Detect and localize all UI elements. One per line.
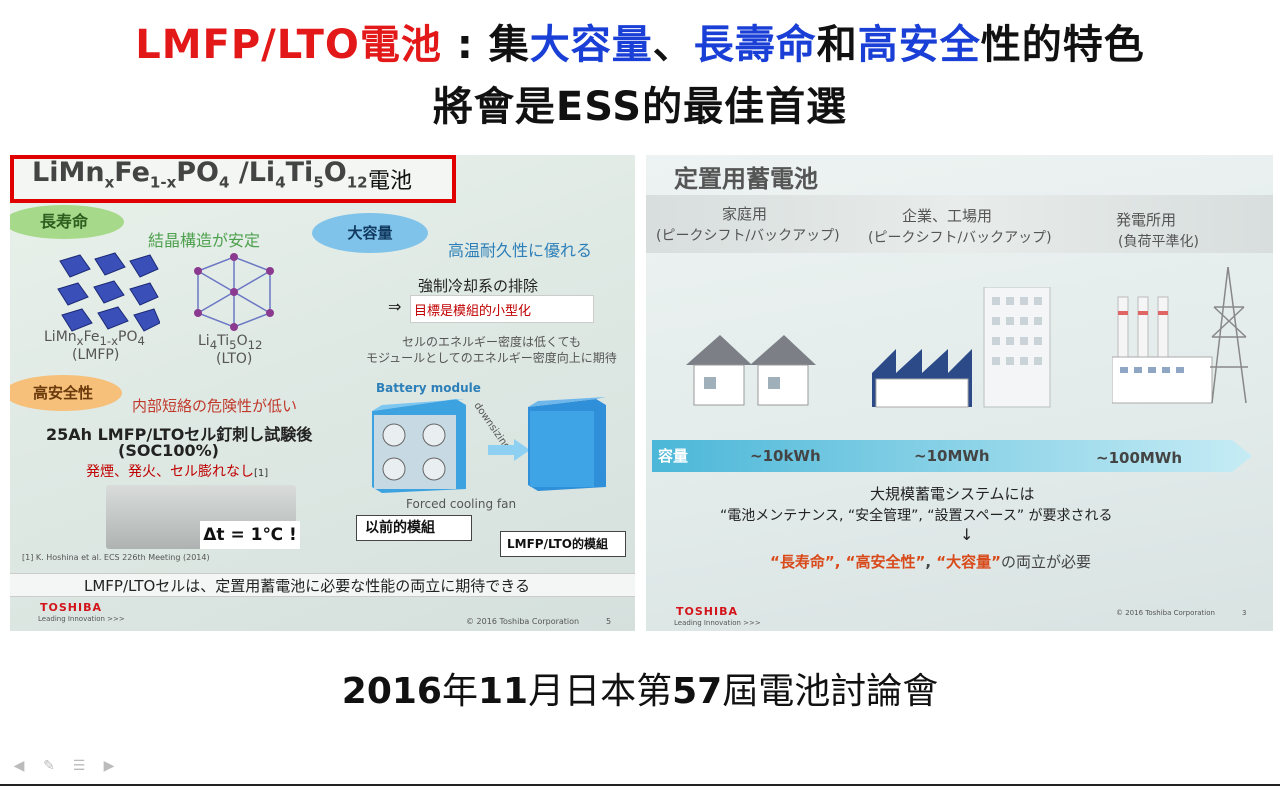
requirement-line3: “長寿命”, “高安全性”, “大容量”の両立が必要 [770, 553, 1092, 571]
pen-icon[interactable]: ✎ [38, 758, 60, 776]
lto-formula-label: Li4Ti5O12 [198, 333, 263, 352]
capacity-10kwh: ~10kWh [750, 447, 821, 465]
menu-icon[interactable]: ☰ [68, 758, 90, 776]
title-and: 和 [816, 22, 858, 68]
title-end: 性的特色 [980, 22, 1145, 68]
slideshow-toolbar: ◀ ✎ ☰ ▶ [8, 755, 128, 775]
right-toshiba-tagline: Leading Innovation >>> [674, 619, 761, 627]
text-bottom-summary: LMFP/LTOセルは、定置用蓄電池に必要な性能の両立に期待できる [84, 577, 530, 595]
right-copyright: © 2016 Toshiba Corporation [1116, 609, 1215, 617]
text-cooling-removal: 強制冷却系の排除 [418, 277, 539, 295]
text-density-1: セルのエネルギー密度は低くても [402, 335, 582, 349]
back-arrow-icon[interactable]: ◀ [8, 758, 30, 776]
left-copyright: © 2016 Toshiba Corporation [466, 617, 580, 626]
title-long-life: 長壽命 [693, 22, 817, 68]
col1-subtitle: (ピークシフト/バックアップ) [656, 228, 840, 244]
new-module-cube [528, 397, 606, 491]
right-slide-photo: 定置用蓄電池 家庭用 (ピークシフト/バックアップ) 企業、工場用 (ピークシフ… [646, 155, 1273, 631]
title-lmfp-lto: LMFP/LTO電池 [135, 22, 442, 68]
lto-crystal-image [194, 253, 274, 331]
old-module-cube [372, 399, 466, 493]
title-capacity: 大容量 [529, 22, 653, 68]
factory-buildings-icon [872, 287, 1051, 408]
left-slide-photo: LiMnxFe1-xPO4 /Li4Ti5O12 電池 長寿命 結晶構造が安定 … [10, 155, 635, 631]
text-short-circuit: 内部短絡の危険性が低い [132, 397, 298, 415]
down-arrow-icon: ↓ [960, 525, 974, 544]
requirement-line2: “電池メンテナンス, “安全管理”, “設置スペース” が要求される [720, 508, 1113, 524]
forced-cooling-label: Forced cooling fan [406, 497, 517, 511]
left-page-number: 5 [606, 617, 612, 626]
badge-capacity: 大容量 [312, 213, 428, 253]
badge-long-life: 長寿命 [10, 205, 124, 239]
power-plant-icon [1112, 267, 1248, 404]
capacity-label: 容量 [658, 447, 689, 465]
text-target: 目標是模組的小型化 [414, 304, 532, 319]
lto-abbrev-label: (LTO) [216, 351, 253, 367]
capacity-10mwh: ~10MWh [914, 447, 990, 465]
slide-title-line2: 將會是ESS的最佳首選 [432, 84, 848, 130]
right-slide-title: 定置用蓄電池 [674, 165, 818, 193]
text-delta-t: Δt = 1℃ ! [200, 521, 300, 549]
text-nail-test-2: (SOC100%) [118, 441, 219, 460]
badge-safety: 高安全性 [10, 375, 122, 411]
col3-title: 発電所用 [1116, 211, 1177, 229]
text-heat-durability: 高温耐久性に優れる [448, 241, 593, 260]
col2-title: 企業、工場用 [902, 207, 993, 225]
text-density-2: モジュールとしてのエネルギー密度向上に期待 [366, 351, 617, 365]
capacity-100mwh: ~100MWh [1096, 449, 1183, 467]
slide-caption: 2016年11月日本第57屆電池討論會 [341, 671, 939, 712]
lmfp-formula-label: LiMnxFe1-xPO4 [44, 329, 145, 348]
slide-title-line1: LMFP/LTO電池 : 集大容量、長壽命和高安全性的特色 [0, 12, 1280, 70]
right-page-number: 3 [1242, 609, 1247, 617]
title-safety: 高安全 [857, 22, 981, 68]
lmfp-crystal-image [57, 252, 160, 332]
title-colon: : 集 [441, 22, 530, 68]
arrow-icon: ⇒ [388, 297, 402, 316]
lmfp-abbrev-label: (LMFP) [72, 347, 120, 363]
houses-icon [686, 335, 816, 406]
old-module-label: 以前的模組 [356, 515, 472, 541]
col2-subtitle: (ピークシフト/バックアップ) [868, 230, 1052, 246]
forward-arrow-icon[interactable]: ▶ [98, 758, 120, 776]
col3-subtitle: (負荷平準化) [1118, 234, 1199, 250]
right-toshiba-logo: TOSHIBA [676, 605, 738, 618]
formula-title: LiMnxFe1-xPO4 /Li4Ti5O12 [32, 157, 368, 192]
col1-title: 家庭用 [722, 205, 768, 223]
text-reference: [1] K. Hoshina et al. ECS 226th Meeting … [22, 553, 210, 562]
toshiba-logo: TOSHIBA [40, 601, 102, 614]
text-nail-test-3: 発煙、発火、セル膨れなし[1] [86, 464, 269, 480]
formula-suffix: 電池 [368, 169, 413, 194]
toshiba-tagline: Leading Innovation >>> [38, 615, 125, 623]
new-module-label: LMFP/LTO的模組 [500, 531, 626, 557]
title-sep: 、 [652, 22, 694, 68]
requirement-line1: 大規模蓄電システムには [870, 485, 1035, 503]
text-crystal-stable: 結晶構造が安定 [148, 231, 261, 250]
